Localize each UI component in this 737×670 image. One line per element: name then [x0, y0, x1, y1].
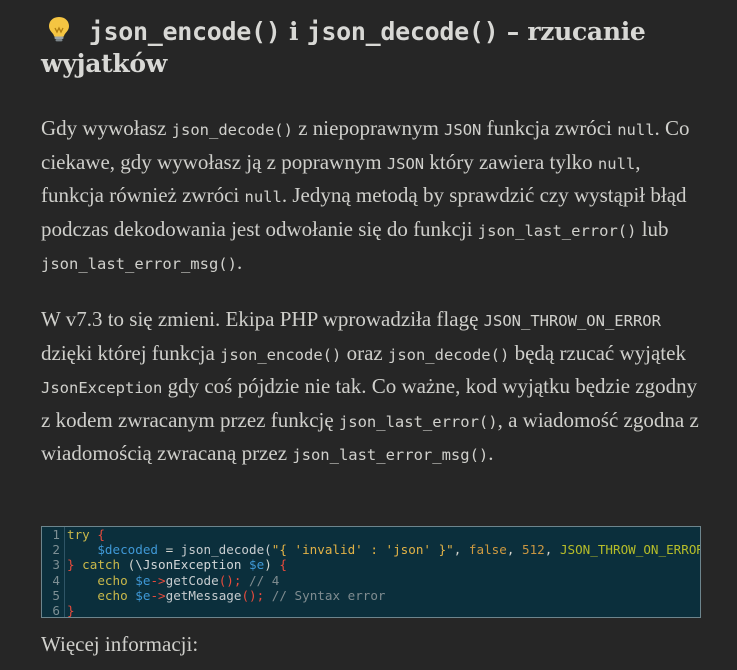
article-heading: json_encode() i json_decode() – rzucanie…	[41, 16, 701, 80]
code-keyword: echo	[97, 587, 128, 603]
text-run: .	[236, 250, 243, 275]
code-call: ();	[241, 587, 265, 603]
code-variable: $decoded	[97, 542, 159, 558]
more-info-heading: Więcej informacji:	[41, 632, 199, 656]
code-line: 5 echo $e -> getMessage (); // Syntax error	[42, 587, 700, 603]
code-method: getCode	[165, 572, 219, 588]
code-constant: JSON_THROW_ON_ERROR);	[559, 542, 700, 558]
inline-code: json_last_error_msg()	[41, 255, 237, 274]
inline-code: JSON	[386, 154, 425, 173]
code-class: \JsonException	[135, 557, 242, 573]
inline-code: json_last_error()	[338, 412, 498, 431]
inline-code: JsonException	[41, 379, 163, 398]
inline-code: JSON	[444, 121, 482, 139]
text-run: lub	[636, 216, 669, 241]
inline-code: json_encode()	[220, 345, 342, 364]
code-brace: }	[67, 602, 75, 618]
code-method: getMessage	[165, 587, 242, 603]
text-run: oraz	[341, 340, 388, 365]
code-line: 3} catch (\JsonException $e) {	[42, 557, 700, 573]
code-boolean: false	[468, 542, 507, 558]
code-block[interactable]: 1 try { 2 $decoded = json_decode("{ 'inva…	[41, 526, 701, 618]
code-arrow: ->	[150, 587, 166, 603]
inline-code: json_last_error_msg()	[292, 446, 489, 465]
line-number: 4	[42, 572, 65, 588]
paragraph-json-decode-null: Gdy wywołasz json_decode() z niepoprawny…	[41, 113, 701, 281]
inline-code: null	[244, 188, 282, 207]
code-line: 2 $decoded = json_decode("{ 'invalid' : …	[42, 542, 700, 558]
text-run: który zawiera tylko	[424, 149, 598, 174]
code-operator: =	[158, 542, 181, 558]
inline-code: null	[617, 121, 655, 139]
code-variable: $e	[135, 587, 151, 603]
code-arrow: ->	[150, 572, 166, 588]
heading-dash: –	[498, 17, 528, 46]
code-line: 6}	[42, 602, 700, 618]
inline-code: JSON_THROW_ON_ERROR	[483, 312, 661, 330]
heading-line2: wyjatków	[41, 49, 167, 78]
paragraph-throw-on-error: W v7.3 to się zmieni. Ekipa PHP wprowadz…	[41, 304, 701, 472]
inline-code: json_last_error()	[477, 221, 637, 240]
code-comment: // 4	[241, 572, 280, 588]
heading-fn-decode: json_decode()	[306, 17, 499, 46]
code-keyword: catch	[82, 557, 121, 573]
line-number: 5	[42, 587, 65, 603]
code-comment: // Syntax error	[264, 587, 386, 603]
article: json_encode() i json_decode() – rzucanie…	[41, 0, 701, 656]
text-run: funkcja zwróci	[481, 116, 618, 140]
code-function: json_decode(	[180, 542, 272, 558]
code-string: "{ 'invalid' : 'json' }"	[271, 542, 454, 558]
code-line: 4 echo $e -> getCode (); // 4	[42, 572, 700, 588]
line-number: 2	[42, 542, 65, 558]
text-run: z niepoprawnym	[292, 116, 445, 140]
code-number: 512	[522, 542, 545, 558]
code-brace: {	[279, 557, 287, 573]
inline-code: json_decode()	[171, 121, 293, 139]
code-keyword: echo	[97, 572, 128, 588]
line-number: 3	[42, 557, 65, 573]
code-paren: )	[264, 557, 280, 573]
heading-rest: rzucanie	[527, 17, 646, 46]
code-variable: $e	[135, 572, 151, 588]
inline-code: null	[597, 154, 636, 173]
code-line: 1 try {	[42, 527, 700, 543]
line-number: 6	[42, 602, 65, 617]
code-brace: }	[67, 557, 83, 573]
code-separator: ,	[506, 542, 523, 558]
text-run: dzięki której funkcja	[41, 340, 221, 365]
code-keyword: try	[67, 527, 90, 542]
code-separator: ,	[544, 542, 560, 558]
code-separator: ,	[453, 542, 469, 558]
text-run: Gdy wywołasz	[41, 116, 172, 140]
text-run: W v7.3 to się zmieni. Ekipa PHP wprowadz…	[41, 307, 484, 331]
text-run: będą rzucać wyjątek	[509, 340, 686, 365]
heading-fn-encode: json_encode()	[88, 17, 281, 46]
line-number: 1	[42, 527, 65, 543]
code-brace: {	[89, 527, 105, 542]
code-variable: $e	[249, 557, 265, 573]
inline-code: json_decode()	[387, 345, 510, 364]
code-call: ();	[218, 572, 242, 588]
heading-conj: i	[280, 17, 307, 46]
text-run: .	[488, 441, 494, 466]
code-paren: (	[120, 557, 136, 573]
lightbulb-icon	[49, 17, 69, 42]
